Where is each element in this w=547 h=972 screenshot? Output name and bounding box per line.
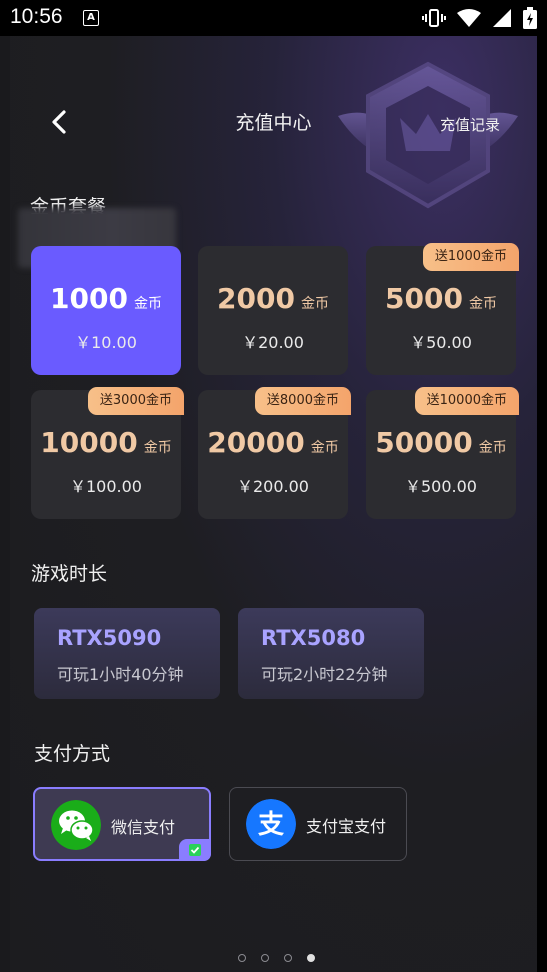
game-time-rtx5090: RTX5090 可玩1小时40分钟 bbox=[34, 608, 220, 699]
recharge-history-link[interactable]: 充值记录 bbox=[440, 114, 500, 135]
selected-check-badge bbox=[179, 839, 211, 861]
gpu-name: RTX5090 bbox=[57, 626, 162, 650]
battery-icon bbox=[523, 7, 537, 29]
page-dot[interactable] bbox=[261, 954, 269, 962]
package-price: ￥50.00 bbox=[410, 333, 472, 352]
package-price: ￥100.00 bbox=[70, 477, 142, 496]
status-bar: 10:56 A bbox=[0, 0, 547, 36]
screen-edge bbox=[537, 36, 547, 972]
page-dot[interactable] bbox=[238, 954, 246, 962]
package-amount: 5000 金币 bbox=[385, 282, 497, 315]
cellular-icon bbox=[492, 9, 511, 27]
package-price: ￥20.00 bbox=[242, 333, 304, 352]
page-dot[interactable] bbox=[284, 954, 292, 962]
package-amount: 50000 金币 bbox=[375, 426, 507, 459]
check-icon bbox=[189, 844, 201, 856]
wifi-icon bbox=[456, 9, 481, 27]
page-dot-active[interactable] bbox=[307, 954, 315, 962]
gpu-name: RTX5080 bbox=[261, 626, 366, 650]
bonus-badge: 送10000金币 bbox=[414, 387, 519, 415]
status-icons bbox=[416, 7, 537, 29]
notification-a-icon: A bbox=[83, 10, 99, 26]
package-price: ￥200.00 bbox=[237, 477, 309, 496]
coin-package-2000[interactable]: 2000 金币 ￥20.00 bbox=[198, 246, 348, 375]
coin-package-10000[interactable]: 送3000金币 10000 金币 ￥100.00 bbox=[31, 387, 184, 519]
wechat-icon bbox=[51, 800, 101, 850]
package-amount: 20000 金币 bbox=[207, 426, 339, 459]
bonus-badge: 送1000金币 bbox=[422, 243, 519, 271]
coin-package-5000[interactable]: 送1000金币 5000 金币 ￥50.00 bbox=[366, 243, 519, 375]
pay-label: 支付宝支付 bbox=[306, 817, 387, 836]
game-time-rtx5080: RTX5080 可玩2小时22分钟 bbox=[238, 608, 424, 699]
coin-package-50000[interactable]: 送10000金币 50000 金币 ￥500.00 bbox=[366, 387, 519, 519]
coin-package-1000[interactable]: 1000 金币 ￥10.00 bbox=[31, 246, 181, 375]
bonus-badge: 送3000金币 bbox=[87, 387, 184, 415]
alipay-icon: 支 bbox=[246, 799, 296, 849]
crown-emblem-icon bbox=[338, 61, 518, 209]
vibrate-icon bbox=[421, 9, 446, 27]
pay-label: 微信支付 bbox=[111, 818, 176, 837]
play-duration: 可玩1小时40分钟 bbox=[57, 665, 184, 684]
bonus-badge: 送8000金币 bbox=[254, 387, 351, 415]
payment-title: 支付方式 bbox=[34, 743, 111, 765]
recharge-screen: 充值中心 充值记录 金币套餐 1000 金币 ￥10.00 2000 金币 ￥20.… bbox=[10, 36, 537, 972]
game-time-title: 游戏时长 bbox=[31, 563, 108, 585]
status-time: 10:56 bbox=[10, 5, 63, 28]
coin-package-20000[interactable]: 送8000金币 20000 金币 ￥200.00 bbox=[198, 387, 351, 519]
package-amount: 1000 金币 bbox=[50, 282, 162, 315]
package-price: ￥500.00 bbox=[405, 477, 477, 496]
svg-text:支: 支 bbox=[258, 810, 284, 840]
package-amount: 10000 金币 bbox=[40, 426, 172, 459]
package-price: ￥10.00 bbox=[75, 333, 137, 352]
play-duration: 可玩2小时22分钟 bbox=[261, 665, 388, 684]
pay-alipay-option[interactable]: 支 支付宝支付 bbox=[229, 787, 407, 861]
package-amount: 2000 金币 bbox=[217, 282, 329, 315]
pay-wechat-option[interactable]: 微信支付 bbox=[33, 787, 211, 861]
